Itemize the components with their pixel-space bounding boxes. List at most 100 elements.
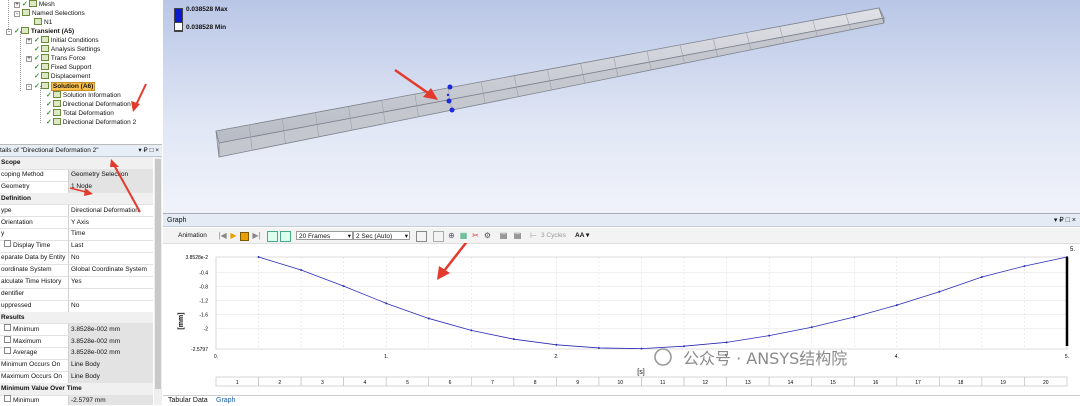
table-icon[interactable]: ▤	[499, 231, 508, 240]
details-row[interactable]: Maximum Occurs On Line Body	[0, 371, 153, 384]
tree-item[interactable]: N1	[34, 18, 52, 27]
frame-strip[interactable]: 1 2 3 4 5 6 7 8 9 10 11 12 13 14 15 16 17 18 19 20	[215, 376, 1068, 387]
details-row[interactable]: uppressed No	[0, 299, 153, 313]
pin-icon[interactable]: ₽	[144, 147, 148, 154]
details-row-value[interactable]: Line Body	[68, 371, 153, 383]
details-row[interactable]: alculate Time History Yes	[0, 276, 153, 289]
tree-item[interactable]: - ✓ Solution (A6)	[26, 82, 96, 91]
details-row[interactable]: ype Directional Deformation	[0, 204, 153, 218]
frames-select[interactable]: 20 Frames ▾	[296, 231, 353, 240]
table-alt-icon[interactable]: ▤	[513, 231, 522, 240]
frame-number: 18	[958, 380, 964, 386]
details-row-value[interactable]: Directional Deformation	[68, 204, 153, 217]
frame-number: 10	[617, 380, 623, 386]
details-row-value[interactable]: No	[68, 299, 153, 312]
stop-icon[interactable]	[240, 232, 249, 241]
parameter-checkbox[interactable]	[4, 323, 11, 331]
details-window-controls[interactable]: ▾ ₽ □ ×	[138, 145, 159, 156]
details-row[interactable]: Minimum 3.8528e-002 mm	[0, 323, 153, 337]
settings-icon[interactable]: ⚙	[483, 231, 492, 240]
details-row[interactable]: oordinate System Global Coordinate System	[0, 264, 153, 277]
details-row[interactable]: Display Time Last	[0, 240, 153, 254]
tree-item[interactable]: ✓ Analysis Settings	[34, 45, 100, 54]
data-point	[555, 343, 558, 346]
grid-icon[interactable]: ▦	[459, 231, 468, 240]
graphics-viewport[interactable]: 0.038528 Max 0.038528 Min	[163, 0, 1080, 213]
maximize-icon[interactable]: □	[1066, 217, 1070, 224]
pin-icon[interactable]: ₽	[1059, 217, 1063, 224]
details-row-value[interactable]: Time	[68, 228, 153, 241]
result-sets-icon[interactable]	[280, 231, 291, 242]
parameter-checkbox[interactable]	[4, 335, 11, 343]
cycles-icon[interactable]: ⊢	[529, 231, 538, 240]
tab-graph[interactable]: Graph	[216, 396, 235, 406]
tab-tabular-data[interactable]: Tabular Data	[168, 396, 208, 406]
parameter-checkbox[interactable]	[4, 347, 11, 355]
details-row[interactable]: Geometry 1 Node	[0, 180, 153, 194]
details-row[interactable]: Maximum 3.8528e-002 mm	[0, 335, 153, 349]
tree-item[interactable]: + ✓ Initial Conditions	[26, 36, 99, 45]
fit-icon[interactable]	[416, 231, 427, 242]
details-scrollbar-thumb[interactable]	[155, 159, 161, 389]
details-row[interactable]: Minimum Occurs On Line Body	[0, 359, 153, 373]
details-row[interactable]: Orientation Y Axis	[0, 216, 153, 230]
time-select[interactable]: 2 Sec (Auto) ▾	[353, 231, 410, 240]
scissors-icon[interactable]: ✂	[471, 231, 480, 240]
details-row-value[interactable]: 1 Node	[68, 180, 153, 193]
play-icon[interactable]: ▶	[229, 231, 238, 240]
distributed-frames-icon[interactable]	[267, 231, 278, 242]
tree-item[interactable]: + ✓ Mesh	[14, 0, 55, 9]
view-icon[interactable]	[433, 231, 444, 242]
tree-item[interactable]: - Named Selections	[14, 9, 85, 18]
close-icon[interactable]: ×	[155, 147, 159, 154]
zoom-icon[interactable]: ⊕	[447, 231, 456, 240]
tree-item[interactable]: ✓ Fixed Support	[34, 63, 91, 72]
details-row-value[interactable]: Line Body	[68, 359, 153, 372]
expand-icon[interactable]: +	[26, 38, 32, 44]
parameter-checkbox[interactable]	[4, 240, 11, 248]
tree-item[interactable]: ✓ Directional Deformation	[46, 100, 131, 109]
details-row[interactable]: Average 3.8528e-002 mm	[0, 347, 153, 361]
check-icon: ✓	[46, 92, 52, 99]
expand-icon[interactable]: +	[14, 2, 20, 8]
tree-item[interactable]: ✓ Directional Deformation 2	[46, 118, 136, 127]
parameter-checkbox[interactable]	[4, 395, 11, 402]
details-row[interactable]: dentifier	[0, 287, 153, 301]
details-row-value[interactable]: Y Axis	[68, 216, 153, 229]
pin-dropdown-icon[interactable]: ▾	[1054, 217, 1058, 224]
details-row-value[interactable]: Geometry Selection	[68, 168, 153, 181]
collapse-icon[interactable]: -	[6, 29, 12, 35]
details-row-value[interactable]: Global Coordinate System	[68, 264, 153, 276]
details-row-value[interactable]: 3.8528e-002 mm	[68, 347, 153, 360]
details-section-header[interactable]: Minimum Value Over Time	[0, 383, 153, 396]
expand-icon[interactable]: +	[26, 56, 32, 62]
antialias-button[interactable]: AA ▾	[575, 228, 589, 243]
details-row-value[interactable]: 3.8528e-002 mm	[68, 335, 153, 348]
details-row[interactable]: coping Method Geometry Selection	[0, 168, 153, 182]
details-row[interactable]: y Time	[0, 228, 153, 242]
details-row[interactable]: eparate Data by Entity No	[0, 252, 153, 265]
details-row-value[interactable]: Last	[68, 240, 153, 253]
collapse-icon[interactable]: -	[14, 11, 20, 17]
tree-item[interactable]: ✓ Solution Information	[46, 91, 121, 100]
maximize-icon[interactable]: □	[149, 147, 153, 154]
details-section-header[interactable]: Results	[0, 311, 153, 325]
tree-item[interactable]: - ✓ Transient (A5)	[6, 27, 74, 36]
next-frame-icon[interactable]: ▶|	[252, 231, 261, 240]
x-axis-label: [s]	[637, 369, 644, 376]
tree-item[interactable]: ✓ Total Deformation	[46, 109, 114, 118]
details-section-header[interactable]: Scope	[0, 157, 153, 170]
previous-frame-icon[interactable]: |◀	[218, 231, 227, 240]
details-section-header[interactable]: Definition	[0, 192, 153, 206]
graph-window-controls[interactable]: ▾ ₽ □ ×	[1054, 214, 1076, 227]
details-row-value[interactable]: 3.8528e-002 mm	[68, 323, 153, 336]
tree-item[interactable]: ✓ Displacement	[34, 72, 90, 81]
tree-item[interactable]: + ✓ Trans Force	[26, 54, 86, 63]
details-row-value[interactable]	[68, 287, 153, 300]
cycles-label[interactable]: 3 Cycles	[541, 228, 566, 243]
details-row-value[interactable]: Yes	[68, 276, 153, 288]
details-row-value[interactable]: No	[68, 252, 153, 264]
collapse-icon[interactable]: -	[26, 84, 32, 90]
pin-dropdown-icon[interactable]: ▾	[138, 147, 141, 154]
close-icon[interactable]: ×	[1072, 217, 1076, 224]
